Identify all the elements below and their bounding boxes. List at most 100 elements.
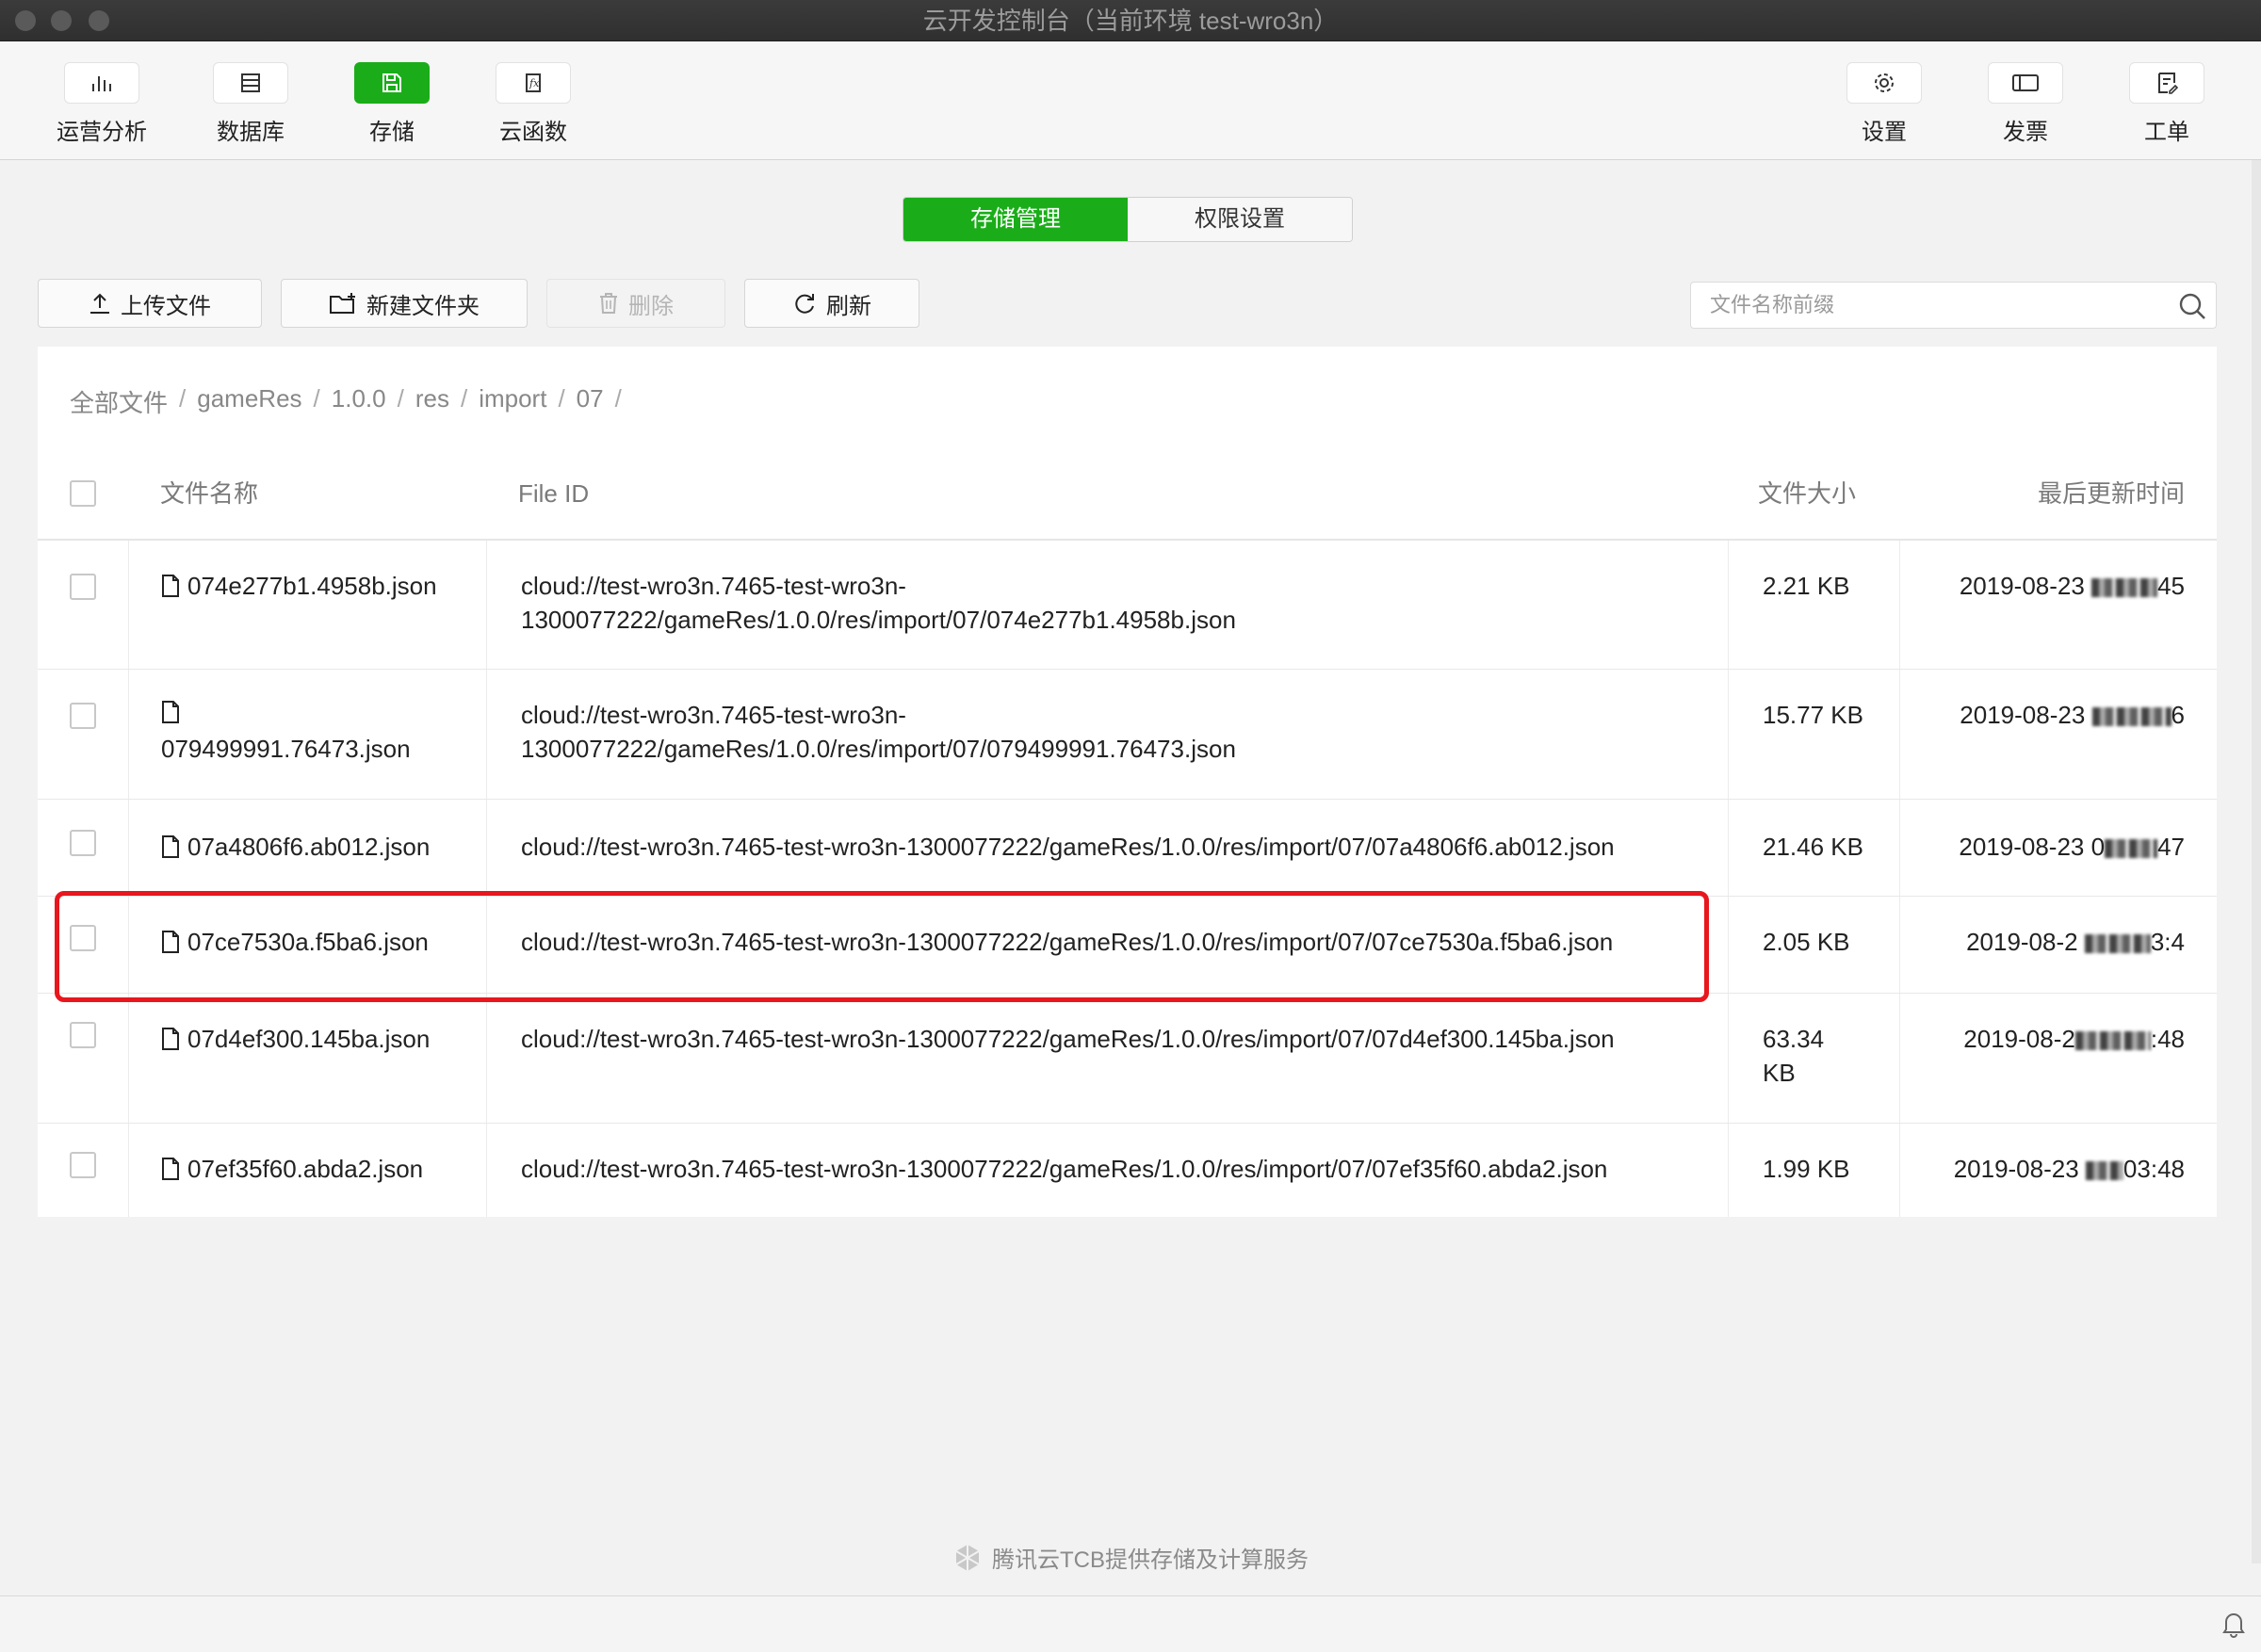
redacted-time (2091, 707, 2172, 727)
tool-analytics-label: 运营分析 (57, 120, 147, 145)
table-row[interactable]: 07ef35f60.abda2.json cloud://test-wro3n.… (38, 1124, 2217, 1217)
tool-invoice-label: 发票 (2003, 120, 2048, 145)
row-checkbox[interactable] (70, 1022, 96, 1048)
window-title: 云开发控制台（当前环境 test-wro3n） (922, 7, 1339, 35)
tool-cloud-functions-label: 云函数 (499, 120, 567, 145)
file-size: 1.99 KB (1763, 1155, 1850, 1183)
ticket-icon (2129, 62, 2204, 104)
file-icon (162, 1158, 179, 1180)
scrollbar[interactable] (2252, 160, 2261, 1563)
updated-time: 2019-08-2:48 (1963, 1025, 2185, 1053)
column-header-size[interactable]: 文件大小 (1758, 446, 1856, 541)
row-checkbox[interactable] (70, 574, 96, 600)
footer: 腾讯云TCB提供存储及计算服务 (0, 1541, 2261, 1574)
file-icon (162, 701, 179, 723)
refresh-icon (795, 294, 814, 314)
invoice-icon (1988, 62, 2063, 104)
file-id: cloud://test-wro3n.7465-test-wro3n-13000… (521, 833, 1615, 861)
updated-time: 2019-08-2 3:4 (1966, 928, 2185, 956)
search-icon[interactable] (2178, 292, 2206, 320)
storage-icon (354, 62, 430, 104)
redacted-time (2091, 578, 2158, 598)
file-id-cont: 1300077222/gameRes/1.0.0/res/import/07/0… (521, 606, 1236, 634)
file-name[interactable]: 07a4806f6.ab012.json (187, 830, 430, 864)
file-id-cont: 1300077222/gameRes/1.0.0/res/import/07/0… (521, 735, 1236, 763)
tool-settings-label: 设置 (1862, 120, 1907, 145)
row-checkbox[interactable] (70, 703, 96, 729)
tool-storage-label: 存储 (369, 120, 415, 145)
column-header-updated[interactable]: 最后更新时间 (2038, 446, 2185, 541)
updated-time: 2019-08-23 6 (1960, 701, 2185, 729)
file-icon (162, 575, 179, 597)
redacted-time (2085, 1161, 2123, 1181)
tool-cloud-functions[interactable]: fx 云函数 (472, 62, 594, 146)
refresh-button[interactable]: 刷新 (744, 279, 919, 328)
file-name[interactable]: 074e277b1.4958b.json (187, 569, 437, 603)
redacted-time (2084, 934, 2151, 954)
tool-storage[interactable]: 存储 (331, 62, 453, 146)
breadcrumb-gameres[interactable]: gameRes (197, 384, 301, 419)
trash-icon (600, 293, 617, 314)
column-header-name[interactable]: 文件名称 (160, 446, 258, 541)
file-prefix-search-input[interactable] (1691, 283, 2162, 328)
new-folder-button[interactable]: 新建文件夹 (281, 279, 528, 328)
breadcrumb-07[interactable]: 07 (577, 384, 604, 419)
tool-ticket[interactable]: 工单 (2106, 62, 2228, 146)
table-header: 文件名称 File ID 文件大小 最后更新时间 (38, 446, 2217, 541)
svg-text:fx: fx (529, 77, 540, 89)
breadcrumb-res[interactable]: res (415, 384, 449, 419)
file-name[interactable]: 079499991.76473.json (161, 732, 486, 766)
breadcrumb-import[interactable]: import (479, 384, 546, 419)
row-checkbox[interactable] (70, 1152, 96, 1178)
row-checkbox[interactable] (70, 925, 96, 951)
table-row[interactable]: 074e277b1.4958b.json cloud://test-wro3n.… (38, 541, 2217, 670)
file-icon (162, 1028, 179, 1050)
column-header-file-id: File ID (518, 479, 590, 508)
new-folder-label: 新建文件夹 (366, 293, 480, 319)
delete-label: 删除 (628, 293, 674, 319)
file-icon (162, 931, 179, 953)
table-row[interactable]: 07d4ef300.145ba.json cloud://test-wro3n.… (38, 994, 2217, 1124)
table-row-highlighted[interactable]: 07ce7530a.f5ba6.json cloud://test-wro3n.… (38, 897, 2217, 994)
tab-permission-settings[interactable]: 权限设置 (1128, 198, 1352, 241)
tool-database[interactable]: 数据库 (189, 62, 312, 146)
breadcrumb: 全部文件 / gameRes/ 1.0.0/ res / import/ 07/ (70, 384, 622, 419)
file-icon (162, 835, 179, 858)
select-all-checkbox[interactable] (70, 480, 96, 507)
tool-invoice[interactable]: 发票 (1964, 62, 2087, 146)
file-id: cloud://test-wro3n.7465-test-wro3n- (521, 701, 906, 729)
delete-button[interactable]: 删除 (546, 279, 725, 328)
file-size: 15.77 KB (1763, 701, 1863, 729)
file-name[interactable]: 07ef35f60.abda2.json (187, 1152, 423, 1186)
breadcrumb-version[interactable]: 1.0.0 (332, 384, 386, 419)
file-size: 21.46 KB (1763, 833, 1863, 861)
file-name[interactable]: 07d4ef300.145ba.json (187, 1022, 430, 1056)
tab-storage-management[interactable]: 存储管理 (903, 198, 1128, 241)
upload-file-button[interactable]: 上传文件 (38, 279, 262, 328)
table-row[interactable]: 079499991.76473.json cloud://test-wro3n.… (38, 670, 2217, 800)
tool-analytics[interactable]: 运营分析 (41, 62, 163, 146)
bell-icon[interactable] (2221, 1610, 2246, 1638)
breadcrumb-all-files[interactable]: 全部文件 (70, 384, 168, 419)
status-bar (0, 1595, 2261, 1652)
upload-file-label: 上传文件 (121, 293, 211, 319)
row-checkbox[interactable] (70, 830, 96, 856)
upload-icon (90, 293, 109, 314)
table-row[interactable]: 07a4806f6.ab012.json cloud://test-wro3n.… (38, 800, 2217, 897)
refresh-label: 刷新 (826, 293, 871, 319)
redacted-time (2105, 839, 2158, 859)
function-icon: fx (496, 62, 571, 104)
updated-time: 2019-08-23 03:48 (1953, 1155, 2185, 1183)
tencent-cloud-logo-icon (955, 1544, 980, 1571)
file-id: cloud://test-wro3n.7465-test-wro3n- (521, 572, 906, 600)
file-name[interactable]: 07ce7530a.f5ba6.json (187, 925, 429, 959)
folder-add-icon (330, 293, 355, 314)
file-size: 63.34 KB (1763, 1025, 1825, 1087)
updated-time: 2019-08-23 45 (1959, 572, 2185, 600)
gear-icon (1846, 62, 1922, 104)
tool-settings[interactable]: 设置 (1823, 62, 1945, 146)
storage-tabs: 存储管理 权限设置 (903, 197, 1353, 242)
footer-text: 腾讯云TCB提供存储及计算服务 (992, 1547, 1309, 1573)
file-list-panel: 全部文件 / gameRes/ 1.0.0/ res / import/ 07/ 文… (38, 347, 2217, 1217)
file-size: 2.05 KB (1763, 928, 1850, 956)
